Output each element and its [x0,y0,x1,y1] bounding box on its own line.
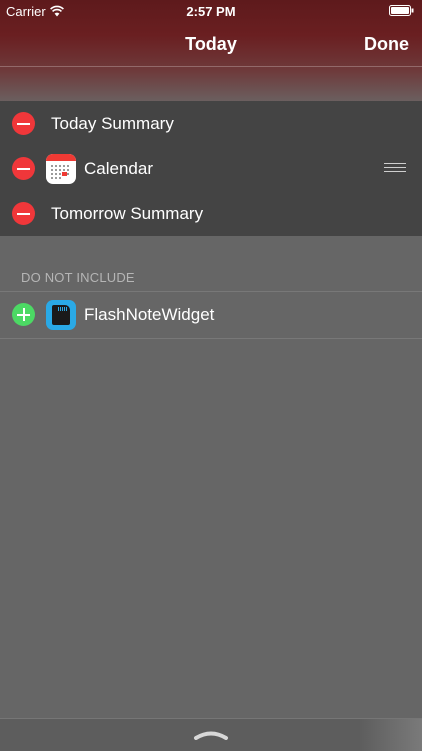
list-item-today-summary: Today Summary [0,101,422,146]
list-item-label: Today Summary [51,114,174,133]
list-item-label: FlashNoteWidget [84,305,215,324]
battery-icon [389,5,414,16]
status-bar: Carrier 2:57 PM [0,0,422,22]
remove-icon[interactable] [12,202,35,225]
remove-icon[interactable] [12,112,35,135]
list-item-flashnotewidget: FlashNoteWidget [0,292,422,337]
add-icon[interactable] [12,303,35,326]
done-button[interactable]: Done [364,34,409,55]
chevron-up-icon[interactable] [193,728,229,740]
excluded-widgets-list: FlashNoteWidget [0,291,422,339]
list-item-label: Calendar [84,159,153,178]
nav-bar: Today Done [0,22,422,67]
bottom-bar [0,718,422,751]
reorder-icon[interactable] [384,163,406,173]
section-header-do-not-include: DO NOT INCLUDE [21,270,135,285]
list-item-label: Tomorrow Summary [51,204,204,223]
included-widgets-list: Today Summary Calendar Tomorrow Summary [0,101,422,236]
calendar-icon [46,154,76,184]
header-area: Carrier 2:57 PM Today Done [0,0,422,101]
remove-icon[interactable] [12,157,35,180]
page-title: Today [185,34,237,54]
status-time: 2:57 PM [186,4,236,19]
flashnote-icon [46,300,76,330]
list-item-tomorrow-summary: Tomorrow Summary [0,191,422,236]
list-item-calendar: Calendar [0,146,422,191]
